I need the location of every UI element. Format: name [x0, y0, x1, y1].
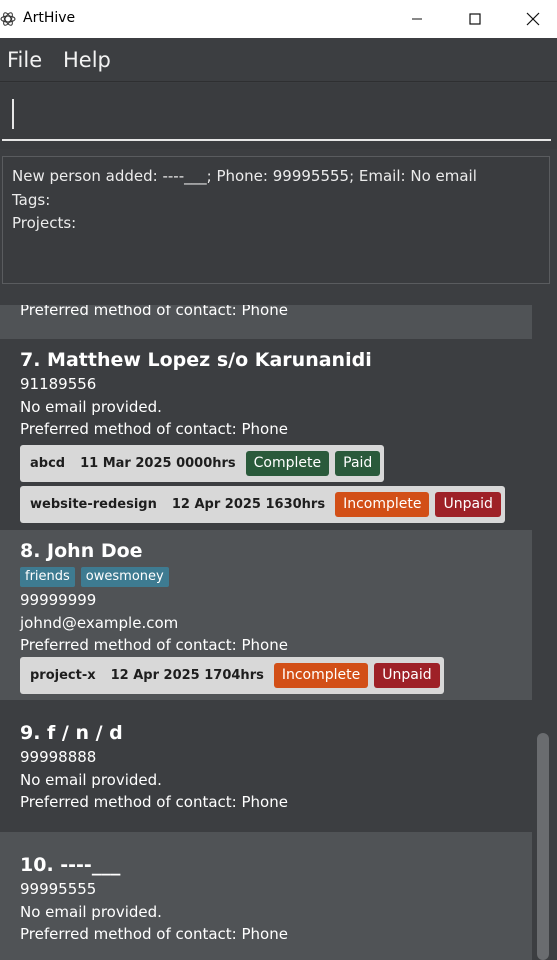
person-phone: 99998888 — [20, 748, 97, 766]
result-line-added: New person added: ----___; Phone: 999955… — [12, 167, 477, 185]
person-contact-method: Preferred method of contact: Phone — [20, 925, 288, 943]
person-name: 10. ----___ — [20, 854, 121, 876]
menu-help[interactable]: Help — [63, 48, 111, 72]
person-card[interactable]: 7. Matthew Lopez s/o Karunanidi 91189556… — [0, 339, 532, 530]
tag-friends: friends — [20, 567, 75, 587]
menu-file[interactable]: File — [7, 48, 42, 72]
command-box — [0, 83, 557, 149]
project-deadline: 12 Apr 2025 1630hrs — [171, 496, 326, 512]
title-bar: ArtHive — [0, 0, 557, 38]
person-email: No email provided. — [20, 902, 162, 921]
maximize-button[interactable] — [446, 0, 504, 38]
text-caret — [12, 99, 14, 129]
person-contact-method: Preferred method of contact: Phone — [20, 305, 288, 319]
command-input[interactable] — [2, 91, 551, 141]
project-card: website-redesign 12 Apr 2025 1630hrs Inc… — [20, 485, 505, 523]
person-phone: 99999999 — [20, 591, 97, 609]
person-list[interactable]: Preferred method of contact: Phone 7. Ma… — [0, 292, 533, 960]
person-card[interactable]: 10. ----___ 99995555 No email provided. … — [0, 832, 532, 960]
maximize-icon — [469, 13, 481, 25]
result-line-tags: Tags: — [12, 190, 51, 209]
payment-badge: Unpaid — [374, 662, 440, 688]
status-badge: Incomplete — [335, 491, 430, 517]
person-contact-method: Preferred method of contact: Phone — [20, 793, 288, 811]
person-email: johnd@example.com — [20, 613, 179, 632]
person-card[interactable]: 9. f / n / d 99998888 No email provided.… — [0, 700, 532, 832]
payment-badge: Paid — [335, 450, 381, 476]
tag-owesmoney: owesmoney — [80, 567, 169, 587]
person-email: No email provided. — [20, 770, 162, 789]
project-card: abcd 11 Mar 2025 0000hrs Complete Paid — [20, 444, 385, 482]
person-name: 7. Matthew Lopez s/o Karunanidi — [20, 349, 372, 371]
person-email: No email provided. — [20, 397, 162, 416]
app-logo-icon — [0, 12, 16, 26]
person-card[interactable]: 8. John Doe friends owesmoney 99999999 j… — [0, 530, 532, 700]
minimize-button[interactable] — [388, 0, 446, 38]
person-contact-method: Preferred method of contact: Phone — [20, 420, 288, 438]
tag-list: friends owesmoney — [20, 567, 532, 589]
close-button[interactable] — [504, 0, 557, 38]
status-badge: Incomplete — [273, 662, 369, 688]
person-phone: 91189556 — [20, 375, 97, 393]
person-contact-method: Preferred method of contact: Phone — [20, 636, 288, 654]
project-deadline: 11 Mar 2025 0000hrs — [80, 455, 236, 471]
person-name: 9. f / n / d — [20, 722, 123, 744]
person-name: 8. John Doe — [20, 540, 143, 562]
payment-badge: Unpaid — [435, 491, 501, 517]
minimize-icon — [412, 18, 422, 20]
person-card[interactable]: Preferred method of contact: Phone — [0, 305, 532, 339]
result-line-projects: Projects: — [12, 214, 77, 232]
close-icon — [526, 12, 540, 26]
status-badge: Complete — [245, 450, 330, 476]
project-name: abcd — [30, 455, 66, 471]
result-display: New person added: ----___; Phone: 999955… — [2, 156, 550, 284]
menu-bar: File Help — [0, 38, 557, 82]
project-card: project-x 12 Apr 2025 1704hrs Incomplete… — [20, 656, 444, 694]
project-name: project-x — [30, 667, 96, 683]
person-phone: 99995555 — [20, 880, 97, 898]
window-title: ArtHive — [23, 10, 76, 26]
project-name: website-redesign — [30, 496, 157, 512]
scrollbar-thumb[interactable] — [537, 733, 549, 960]
project-deadline: 12 Apr 2025 1704hrs — [110, 667, 264, 683]
